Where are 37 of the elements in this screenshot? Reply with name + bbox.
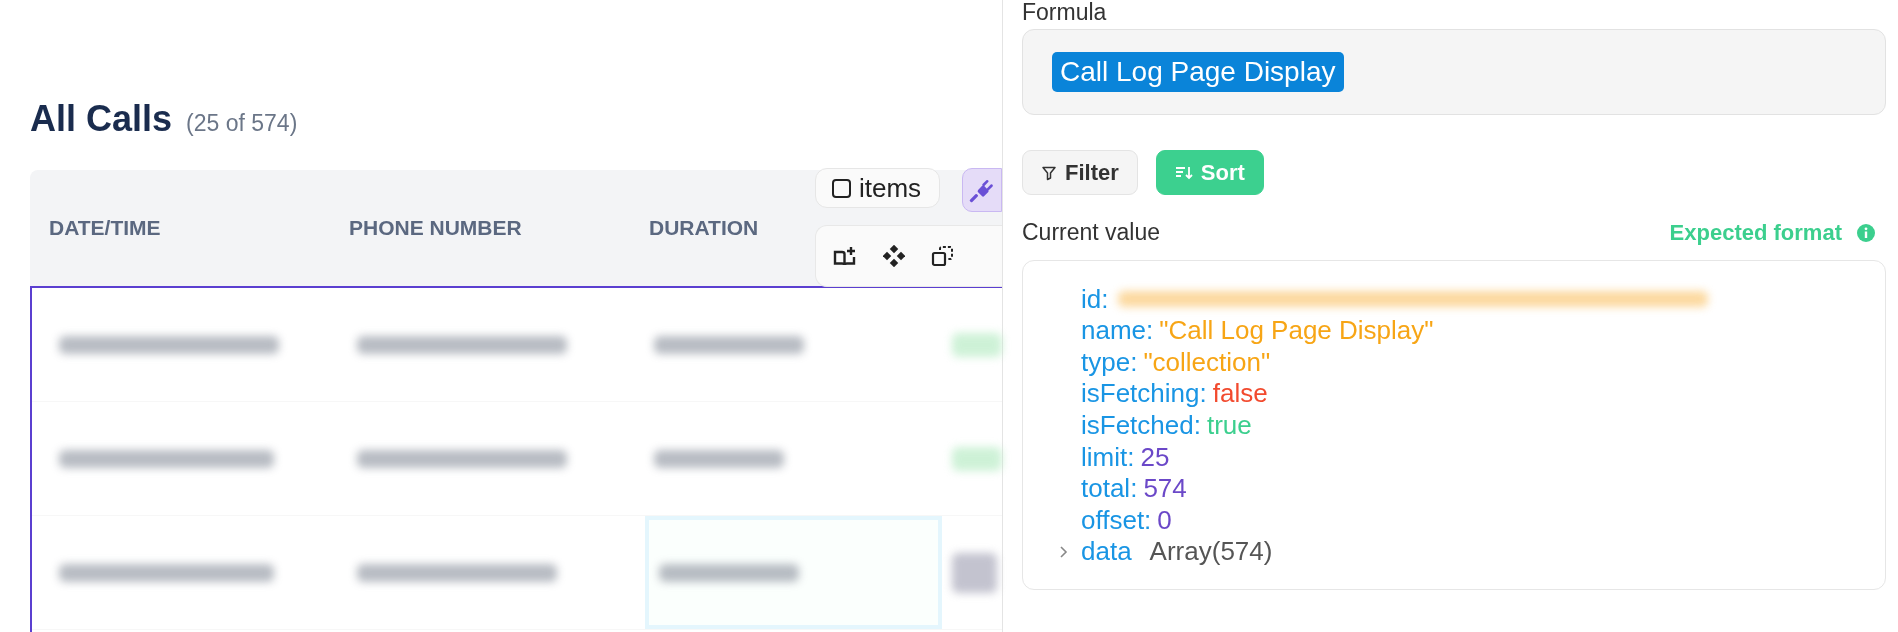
formula-field[interactable]: Call Log Page Display: [1022, 29, 1886, 116]
property-key: total:: [1081, 473, 1138, 505]
property-value: "Call Log Page Display": [1159, 315, 1434, 347]
property-value: false: [1212, 378, 1268, 410]
property-key: id:: [1081, 283, 1109, 315]
filter-icon: [1041, 164, 1057, 181]
filter-button[interactable]: Filter: [1022, 150, 1138, 196]
property-key: name:: [1081, 315, 1154, 347]
column-header: DURATION: [649, 216, 760, 240]
column-header: PHONE NUMBER: [349, 216, 523, 240]
property-key: limit:: [1081, 441, 1135, 473]
plug-button[interactable]: [962, 168, 1002, 212]
property-key: isFetching:: [1081, 378, 1207, 410]
property-value: Array(574): [1149, 536, 1273, 568]
column-header: DATE/TIME: [49, 216, 162, 240]
expected-format-link[interactable]: Expected format: [1669, 219, 1842, 246]
component-chip[interactable]: items: [815, 168, 941, 208]
sort-button[interactable]: Sort: [1155, 150, 1264, 196]
formula-label: Formula: [1022, 0, 1108, 26]
property-value: 0: [1157, 504, 1172, 536]
property-value: 574: [1143, 473, 1187, 505]
property-value: true: [1206, 409, 1252, 441]
component-icon[interactable]: [883, 245, 905, 267]
property-value: "collection": [1143, 346, 1271, 378]
plug-icon: [969, 177, 995, 203]
current-value-label: Current value: [1022, 219, 1162, 247]
property-key: data: [1081, 536, 1132, 568]
book-plus-icon[interactable]: [833, 245, 857, 267]
page-title: All Calls: [30, 98, 173, 140]
expand-chevron-icon[interactable]: [1059, 545, 1069, 560]
sort-icon: [1174, 164, 1193, 181]
property-key: offset:: [1081, 504, 1152, 536]
property-key: type:: [1081, 346, 1138, 378]
duplicate-icon[interactable]: [931, 244, 955, 268]
property-value: 25: [1140, 441, 1170, 473]
property-key: isFetched:: [1081, 409, 1201, 441]
record-count: (25 of 574): [186, 110, 298, 137]
